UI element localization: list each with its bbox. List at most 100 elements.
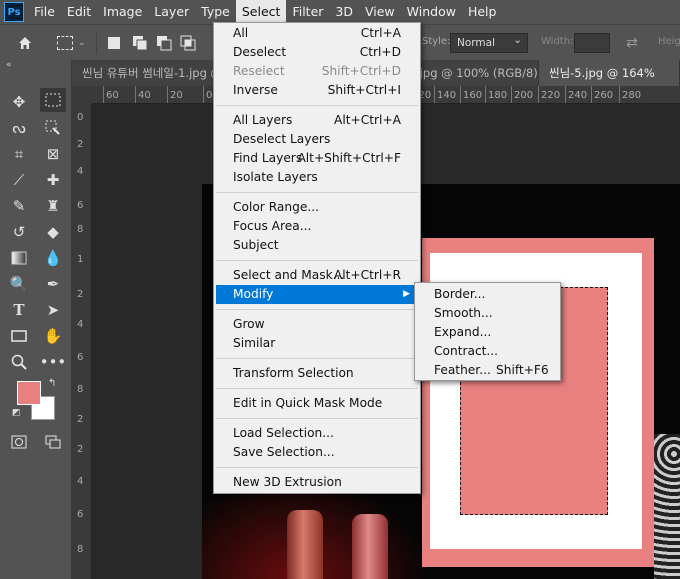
history-brush-icon[interactable]: ↺: [6, 220, 32, 244]
submenu-item-expand[interactable]: Expand...: [415, 323, 560, 342]
menu-select[interactable]: Select: [235, 0, 287, 24]
ruler-corner: [72, 86, 92, 104]
submenu-arrow-icon: ▶: [403, 289, 410, 299]
menu-separator: [216, 358, 418, 359]
subtract-from-selection-icon[interactable]: [153, 32, 175, 54]
menu-item-select-and-mask[interactable]: Select and Mask... Alt+Ctrl+R: [214, 266, 420, 285]
menu-layer[interactable]: Layer: [148, 0, 195, 24]
submenu-item-feather[interactable]: Feather... Shift+F6: [415, 361, 560, 380]
menu-edit[interactable]: Edit: [61, 0, 97, 24]
menu-file[interactable]: File: [28, 0, 61, 24]
hand-icon[interactable]: ✋: [40, 324, 66, 348]
menu-item-all-layers[interactable]: All Layers Alt+Ctrl+A: [214, 111, 420, 130]
menu-item-isolate-layers[interactable]: Isolate Layers: [214, 168, 420, 187]
rectangular-marquee-icon[interactable]: [40, 88, 66, 112]
path-selection-icon[interactable]: ➤: [40, 298, 66, 322]
ruler-tick-label: 2: [77, 414, 84, 425]
menu-separator: [216, 467, 418, 468]
lipstick-image: [287, 510, 323, 579]
brush-icon[interactable]: ✎: [6, 194, 32, 218]
menu-item-grow[interactable]: Grow: [214, 315, 420, 334]
screen-mode-icon[interactable]: [40, 430, 66, 454]
crop-icon[interactable]: ⌗: [6, 142, 32, 166]
ruler-tick-label: 6: [77, 352, 84, 363]
blur-icon[interactable]: 💧: [40, 246, 66, 270]
menu-type[interactable]: Type: [195, 0, 236, 24]
menu-item-load-selection[interactable]: Load Selection...: [214, 424, 420, 443]
image-pattern: [654, 434, 680, 579]
collapse-panel-icon[interactable]: «: [6, 60, 12, 70]
eraser-icon[interactable]: ◆: [40, 220, 66, 244]
submenu-item-contract[interactable]: Contract...: [415, 342, 560, 361]
menu-window[interactable]: Window: [401, 0, 462, 24]
home-icon[interactable]: [14, 32, 36, 54]
ruler-tick-label: 60: [103, 86, 119, 103]
marquee-preset-icon[interactable]: [54, 32, 76, 54]
ruler-tick-label: 20: [167, 86, 183, 103]
divider: [95, 31, 97, 54]
dodge-icon[interactable]: 🔍: [6, 272, 32, 296]
menu-item-new-3d-extrusion[interactable]: New 3D Extrusion: [214, 473, 420, 492]
chevron-down-icon[interactable]: ⌄: [78, 38, 86, 48]
style-select[interactable]: Normal: [450, 31, 528, 53]
menu-item-subject[interactable]: Subject: [214, 236, 420, 255]
select-menu-dropdown: All Ctrl+A Deselect Ctrl+D Reselect Shift+C…: [213, 22, 421, 494]
zoom-icon[interactable]: [6, 350, 32, 374]
menu-separator: [216, 192, 418, 193]
menu-bar: Ps File Edit Image Layer Type Select Fil…: [0, 0, 680, 24]
menu-item-all[interactable]: All Ctrl+A: [214, 24, 420, 43]
ruler-tick-label: 180: [484, 86, 508, 103]
menu-item-transform-selection[interactable]: Transform Selection: [214, 364, 420, 383]
intersect-selection-icon[interactable]: [177, 32, 199, 54]
width-input[interactable]: [574, 33, 610, 53]
menu-3d[interactable]: 3D: [329, 0, 359, 24]
swap-colors-icon[interactable]: ↰: [48, 378, 56, 389]
menu-item-similar[interactable]: Similar: [214, 334, 420, 353]
menu-item-modify[interactable]: Modify ▶: [216, 285, 418, 304]
ruler-tick-label: 0: [202, 86, 213, 103]
move-tool-icon[interactable]: ✥: [6, 90, 32, 114]
object-selection-icon[interactable]: [40, 116, 66, 140]
menu-item-deselect-layers[interactable]: Deselect Layers: [214, 130, 420, 149]
clone-stamp-icon[interactable]: ♜: [40, 194, 66, 218]
menu-filter[interactable]: Filter: [286, 0, 329, 24]
menu-item-focus-area[interactable]: Focus Area...: [214, 217, 420, 236]
menu-item-deselect[interactable]: Deselect Ctrl+D: [214, 43, 420, 62]
quick-mask-icon[interactable]: [6, 430, 32, 454]
ruler-tick-label: 2: [77, 289, 84, 300]
tools-panel: « ✥ ᔓ ⌗ ⊠ ⟋ ✚ ✎ ♜ ↺ ◆ 💧 🔍 ✒ T ➤ ✋ ••• ↰ …: [0, 60, 72, 579]
menu-separator: [216, 388, 418, 389]
menu-item-find-layers[interactable]: Find Layers Alt+Shift+Ctrl+F: [214, 149, 420, 168]
menu-item-save-selection[interactable]: Save Selection...: [214, 443, 420, 462]
menu-item-reselect: Reselect Shift+Ctrl+D: [233, 64, 401, 78]
rectangle-icon[interactable]: [6, 324, 32, 348]
foreground-color-swatch[interactable]: [17, 381, 41, 405]
swap-width-height-icon[interactable]: ⇄: [626, 35, 638, 51]
menu-item-color-range[interactable]: Color Range...: [214, 198, 420, 217]
default-colors-icon[interactable]: ◩: [12, 408, 21, 418]
gradient-icon[interactable]: [6, 246, 32, 270]
ruler-tick-label: 2: [77, 139, 84, 150]
submenu-item-smooth[interactable]: Smooth...: [415, 304, 560, 323]
type-icon[interactable]: T: [6, 298, 32, 322]
document-tab-label: 씬님-5.jpg @ 164%: [549, 66, 655, 80]
more-tools-icon[interactable]: •••: [40, 350, 67, 374]
frame-icon[interactable]: ⊠: [40, 142, 66, 166]
ruler-tick-label: 160: [459, 86, 483, 103]
menu-separator: [216, 260, 418, 261]
eyedropper-icon[interactable]: ⟋: [6, 168, 32, 192]
submenu-item-border[interactable]: Border...: [415, 285, 560, 304]
healing-brush-icon[interactable]: ✚: [40, 168, 66, 192]
document-tab-active[interactable]: 씬님-5.jpg @ 164%: [539, 60, 680, 86]
menu-item-quick-mask[interactable]: Edit in Quick Mask Mode: [214, 394, 420, 413]
add-to-selection-icon[interactable]: [129, 32, 151, 54]
menu-image[interactable]: Image: [97, 0, 148, 24]
pen-icon[interactable]: ✒: [40, 272, 66, 296]
menu-view[interactable]: View: [359, 0, 401, 24]
new-selection-icon[interactable]: [103, 32, 125, 54]
menu-help[interactable]: Help: [462, 0, 503, 24]
lasso-icon[interactable]: ᔓ: [6, 116, 32, 140]
ruler-tick-label: 4: [77, 166, 84, 177]
menu-item-inverse[interactable]: Inverse Shift+Ctrl+I: [214, 81, 420, 100]
modify-submenu: Border... Smooth... Expand... Contract..…: [414, 282, 561, 381]
